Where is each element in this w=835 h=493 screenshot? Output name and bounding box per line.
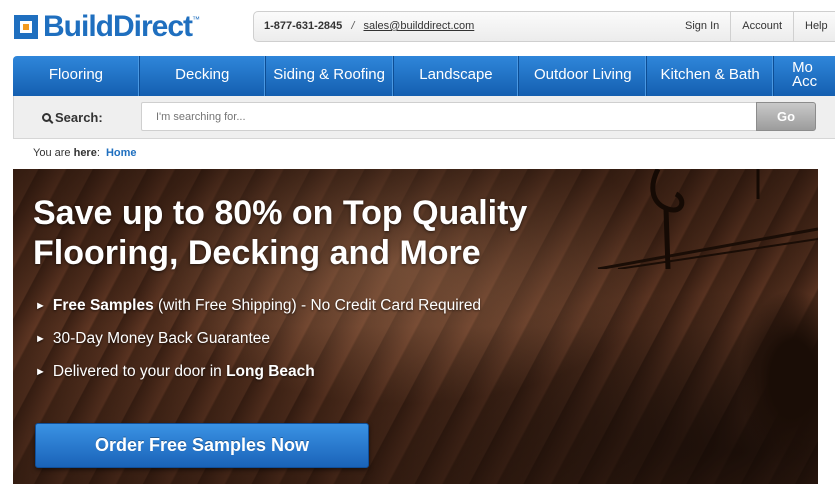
breadcrumb: You are here: Home xyxy=(33,147,137,159)
search-icon xyxy=(42,113,51,122)
account-links: Sign In Account Help xyxy=(674,12,835,41)
benefit-free-samples: ► Free Samples (with Free Shipping) - No… xyxy=(35,297,481,330)
benefit-delivery: ► Delivered to your door in Long Beach xyxy=(35,363,481,396)
logo-mark-icon xyxy=(14,15,38,39)
logo-text: BuildDirect xyxy=(43,10,193,43)
email-link[interactable]: sales@builddirect.com xyxy=(363,20,474,32)
builddirect-logo[interactable]: BuildDirect ™ xyxy=(14,10,201,43)
hero-headline-line2: Flooring, Decking and More xyxy=(33,234,481,272)
benefit-3-location: Long Beach xyxy=(226,363,315,380)
main-nav: Flooring Decking Siding & Roofing Landsc… xyxy=(13,56,835,96)
sign-in-link[interactable]: Sign In xyxy=(674,12,730,41)
search-go-button[interactable]: Go xyxy=(756,102,816,131)
hero-banner: Save up to 80% on Top Quality Flooring, … xyxy=(13,169,818,484)
benefit-1-text: (with Free Shipping) - No Credit Card Re… xyxy=(153,297,482,314)
nav-item-kitchen-bath[interactable]: Kitchen & Bath xyxy=(647,56,775,96)
utility-bar: 1-877-631-2845 / sales@builddirect.com S… xyxy=(253,11,835,42)
nav-item-siding-roofing[interactable]: Siding & Roofing xyxy=(266,56,394,96)
phone-number[interactable]: 1-877-631-2845 xyxy=(264,20,342,32)
bullet-arrow-icon: ► xyxy=(35,333,46,345)
benefits-list: ► Free Samples (with Free Shipping) - No… xyxy=(35,297,481,396)
nav-more-line2: Acc xyxy=(792,73,818,90)
benefit-3-prefix: Delivered to your door in xyxy=(52,363,227,380)
search-bar: Search: Go xyxy=(13,96,835,139)
nav-item-more[interactable]: Mo Acc xyxy=(774,56,835,96)
benefit-money-back: ► 30-Day Money Back Guarantee xyxy=(35,330,481,363)
search-label: Search: xyxy=(42,110,103,125)
benefit-1-bold: Free Samples xyxy=(52,297,154,314)
bullet-arrow-icon: ► xyxy=(35,366,46,378)
account-link[interactable]: Account xyxy=(730,12,793,41)
help-link[interactable]: Help xyxy=(793,12,835,41)
logo-trademark: ™ xyxy=(192,15,201,24)
hero-headline-line1: Save up to 80% on Top Quality xyxy=(33,194,528,232)
breadcrumb-home-link[interactable]: Home xyxy=(106,147,137,159)
breadcrumb-prefix: You are xyxy=(33,147,71,159)
search-label-text: Search: xyxy=(55,110,103,125)
hero-headline: Save up to 80% on Top Quality Flooring, … xyxy=(33,193,633,273)
order-free-samples-button[interactable]: Order Free Samples Now xyxy=(35,423,369,468)
benefit-2-text: 30-Day Money Back Guarantee xyxy=(52,330,271,347)
nav-item-landscape[interactable]: Landscape xyxy=(394,56,520,96)
nav-item-outdoor-living[interactable]: Outdoor Living xyxy=(519,56,648,96)
nav-item-decking[interactable]: Decking xyxy=(140,56,266,96)
nav-item-flooring[interactable]: Flooring xyxy=(13,56,140,96)
breadcrumb-here: here xyxy=(73,147,97,159)
contact-separator: / xyxy=(351,20,355,32)
contact-info: 1-877-631-2845 / sales@builddirect.com xyxy=(264,20,474,32)
breadcrumb-colon: : xyxy=(96,147,100,159)
bullet-arrow-icon: ► xyxy=(35,300,46,312)
search-input[interactable] xyxy=(141,102,757,131)
